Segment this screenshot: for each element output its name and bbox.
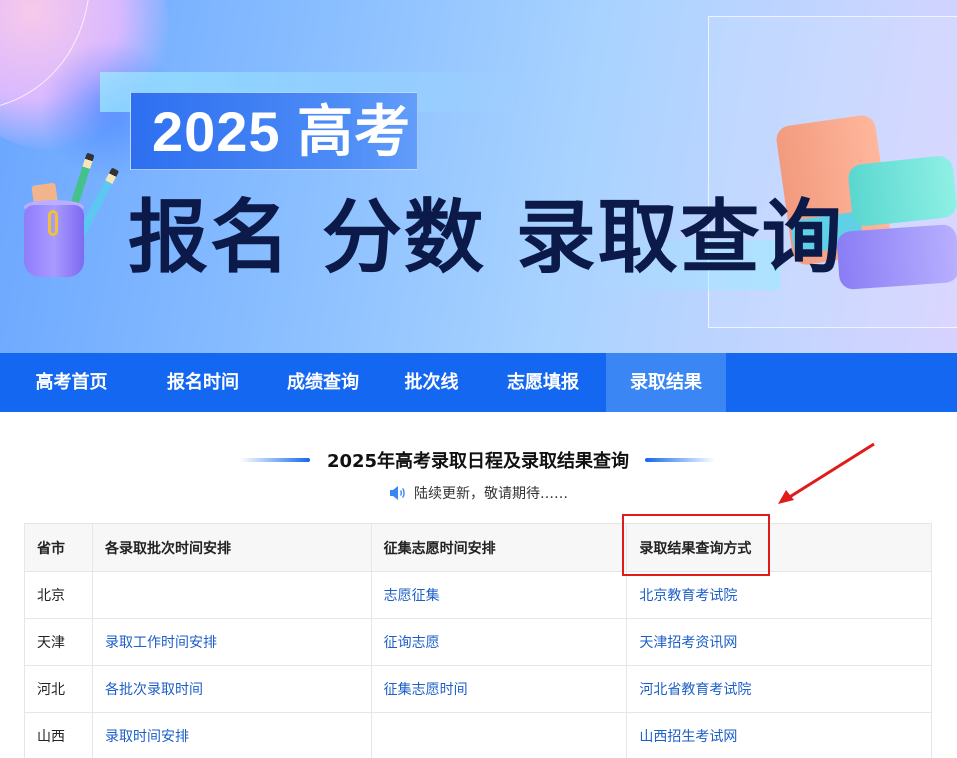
table-row: 北京 志愿征集 北京教育考试院 [24,571,932,619]
col-header-batch-schedule: 各录取批次时间安排 [91,523,372,572]
cell-supplement: 征询志愿 [370,618,628,666]
nav-item-batch-line[interactable]: 批次线 [383,353,480,412]
update-notice: 陆续更新，敬请期待…… [388,483,568,503]
supplement-link[interactable]: 征询志愿 [384,635,440,651]
table-row: 天津 录取工作时间安排 征询志愿 天津招考资讯网 [24,618,932,666]
supplement-link[interactable]: 征集志愿时间 [384,682,468,698]
section-title: 2025年高考录取日程及录取结果查询 [326,451,630,472]
cell-batch-schedule: 录取工作时间安排 [91,618,372,666]
nav-item-score-query[interactable]: 成绩查询 [263,353,383,412]
cell-batch-schedule: 各批次录取时间 [91,665,372,713]
query-link[interactable]: 北京教育考试院 [639,588,737,604]
batch-schedule-link[interactable]: 录取时间安排 [105,729,189,745]
cell-province: 山西 [24,712,93,758]
table-header-row: 省市 各录取批次时间安排 征集志愿时间安排 录取结果查询方式 [24,523,932,572]
query-link[interactable]: 山西招生考试网 [639,729,737,745]
highlight-box [622,514,770,576]
table-row: 河北 各批次录取时间 征集志愿时间 河北省教育考试院 [24,665,932,713]
query-link[interactable]: 河北省教育考试院 [639,682,751,698]
book-icon [847,154,957,228]
batch-schedule-link[interactable]: 各批次录取时间 [105,682,203,698]
nav-item-registration-time[interactable]: 报名时间 [143,353,263,412]
year-title: 2025 高考 [152,100,412,163]
annotation-arrow-icon [778,442,875,504]
banner-headline: 报名 分数 录取查询 [128,191,844,284]
cell-query: 北京教育考试院 [626,571,932,619]
cell-supplement [370,712,628,758]
cell-batch-schedule [91,571,372,619]
title-decor-line [240,458,310,462]
table-row: 山西 录取时间安排 山西招生考试网 [24,712,932,758]
cell-query: 河北省教育考试院 [626,665,932,713]
cell-province: 河北 [24,665,93,713]
cell-province: 天津 [24,618,93,666]
book-icon [836,223,957,291]
supplement-link[interactable]: 志愿征集 [384,588,440,604]
main-nav: 高考首页 报名时间 成绩查询 批次线 志愿填报 录取结果 [0,353,957,412]
admission-table: 省市 各录取批次时间安排 征集志愿时间安排 录取结果查询方式 北京 志愿征集 北… [24,523,932,758]
speaker-icon [390,486,405,500]
cell-batch-schedule: 录取时间安排 [91,712,372,758]
cell-query: 山西招生考试网 [626,712,932,758]
cell-supplement: 志愿征集 [370,571,628,619]
paperclip-icon [48,210,58,236]
cell-query: 天津招考资讯网 [626,618,932,666]
nav-item-admission-result[interactable]: 录取结果 [606,353,726,412]
col-header-province: 省市 [24,523,93,572]
nav-item-home[interactable]: 高考首页 [0,353,143,412]
cell-province: 北京 [24,571,93,619]
query-link[interactable]: 天津招考资讯网 [639,635,737,651]
cell-supplement: 征集志愿时间 [370,665,628,713]
title-decor-line [645,458,715,462]
nav-item-volunteer-fill[interactable]: 志愿填报 [480,353,606,412]
hero-banner: 2025 高考 报名 分数 录取查询 [0,0,957,353]
batch-schedule-link[interactable]: 录取工作时间安排 [105,635,217,651]
col-header-supplement-schedule: 征集志愿时间安排 [370,523,628,572]
notice-text: 陆续更新，敬请期待…… [414,486,568,502]
